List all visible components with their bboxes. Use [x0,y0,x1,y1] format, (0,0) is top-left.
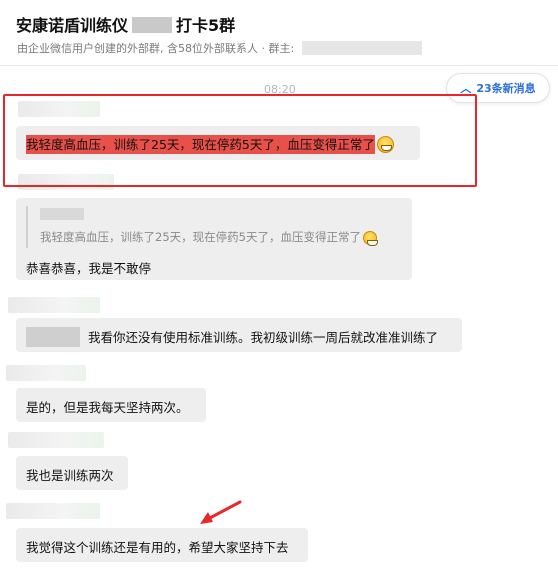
sender-name [8,297,100,313]
message-bubble[interactable]: 我觉得这个训练还是有用的，希望大家坚持下去 [16,528,308,562]
message-bubble[interactable]: 我轻度高血压，训练了25天，现在停药5天了，血压变得正常了 恭喜恭喜，我是不敢停 [16,198,412,280]
annotation-box [3,94,477,187]
red-arrow-icon [200,500,242,524]
redacted-owner [302,41,423,55]
message-list[interactable]: 08:20 ︿ 23条新消息 我轻度高血压，训练了25天，现在停药5天了，血压变… [0,67,558,571]
chat-header: 安康诺盾训练仪 打卡5群 由企业微信用户创建的外部群, 含58位外部联系人 · 群… [0,0,558,66]
message-bubble[interactable]: 是的，但是我每天坚持两次。 [16,388,206,422]
group-description: 由企业微信用户创建的外部群, 含58位外部联系人 · 群主: [17,42,295,55]
group-title-prefix: 安康诺盾训练仪 [16,16,129,35]
message-bubble[interactable]: 我也是训练两次 [16,456,128,490]
message-bubble[interactable]: 我看你还没有使用标准训练。我初级训练一周后就改准准训练了 [16,318,462,352]
quoted-text-content: 我轻度高血压，训练了25天，现在停药5天了，血压变得正常了 [40,230,361,244]
message-text: 我也是训练两次 [26,468,114,483]
message-text-content: 我看你还没有使用标准训练。我初级训练一周后就改准准训练了 [88,330,439,345]
grinning-emoji-icon [362,231,378,246]
message-text: 恭喜恭喜，我是不敢停 [26,261,152,276]
sender-name [8,432,104,448]
redacted-block [132,17,173,33]
message-text: 我觉得这个训练还是有用的，希望大家坚持下去 [26,540,289,555]
quoted-message[interactable]: 我轻度高血压，训练了25天，现在停药5天了，血压变得正常了 [26,206,398,248]
group-subtitle: 由企业微信用户创建的外部群, 含58位外部联系人 · 群主: [17,40,423,56]
new-messages-label: 23条新消息 [476,82,536,95]
group-title[interactable]: 安康诺盾训练仪 打卡5群 [16,12,235,36]
group-title-suffix: 打卡5群 [176,16,236,35]
quoted-sender [40,208,84,220]
redacted-mention [26,327,80,347]
sender-name [6,503,100,519]
quoted-text: 我轻度高血压，训练了25天，现在停药5天了，血压变得正常了 [40,229,378,246]
sender-name [6,365,86,381]
message-text: 我看你还没有使用标准训练。我初级训练一周后就改准准训练了 [26,327,438,347]
message-text: 是的，但是我每天坚持两次。 [26,400,189,415]
